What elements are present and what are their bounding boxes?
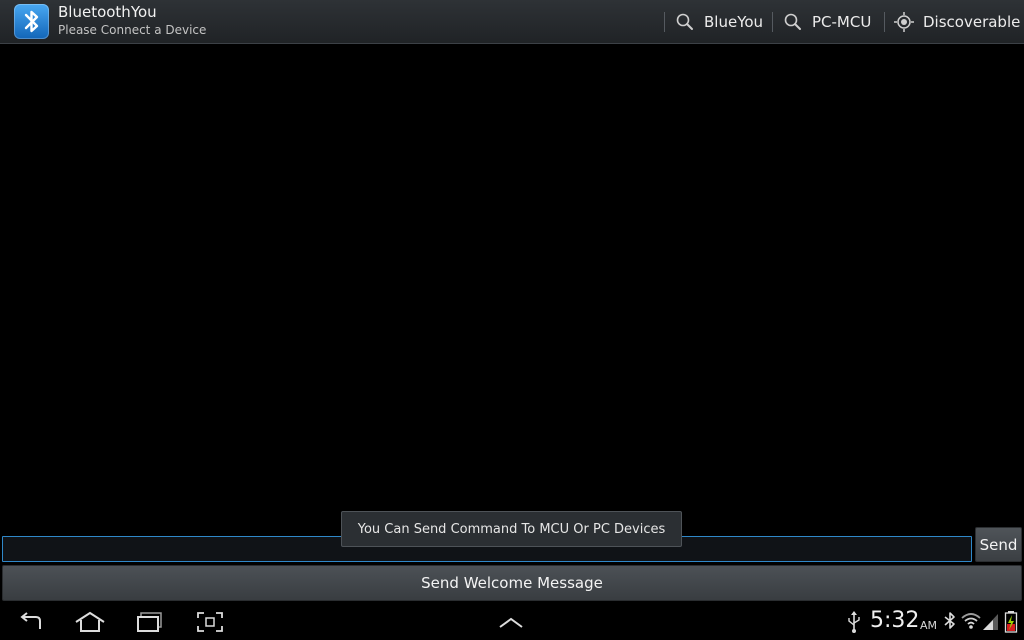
wifi-icon [961,613,981,629]
status-ampm: AM [920,619,938,632]
action-divider [884,12,885,32]
bluetooth-icon [944,612,955,629]
blueyou-button[interactable]: BlueYou [674,0,763,44]
status-clock: 5:32 [870,608,920,633]
discoverable-label: Discoverable [923,13,1021,31]
chevron-up-icon [499,617,523,628]
action-divider [772,12,773,32]
connection-status: Please Connect a Device [58,23,207,37]
recent-apps-icon [137,612,162,632]
search-icon [676,13,693,30]
toast-message: You Can Send Command To MCU Or PC Device… [341,511,682,547]
app-title: BluetoothYou [58,3,157,21]
blueyou-label: BlueYou [704,13,764,31]
back-button[interactable] [11,604,51,640]
battery-icon [1004,611,1018,633]
send-welcome-message-button[interactable]: Send Welcome Message [2,565,1022,601]
action-bar: BluetoothYou Please Connect a Device Blu… [0,0,1024,44]
discoverable-target-icon [894,12,914,32]
message-log[interactable] [0,44,1024,524]
send-button[interactable]: Send [975,527,1022,562]
system-bar: 5:32 AM [0,604,1024,640]
pc-mcu-label: PC-MCU [812,13,872,31]
back-icon [20,612,41,629]
notification-expand-button[interactable] [491,604,531,640]
discoverable-button[interactable]: Discoverable [893,0,1020,44]
home-icon [75,611,105,632]
search-icon [784,13,801,30]
pc-mcu-button[interactable]: PC-MCU [782,0,871,44]
bluetooth-icon [24,10,39,33]
recent-apps-button[interactable] [130,604,170,640]
app-screen: BluetoothYou Please Connect a Device Blu… [0,0,1024,640]
app-icon[interactable] [14,4,49,39]
signal-icon [983,614,998,630]
usb-icon [848,611,860,633]
home-button[interactable] [70,604,110,640]
action-divider [664,12,665,32]
screenshot-button[interactable] [190,604,230,640]
screenshot-icon [197,612,223,632]
